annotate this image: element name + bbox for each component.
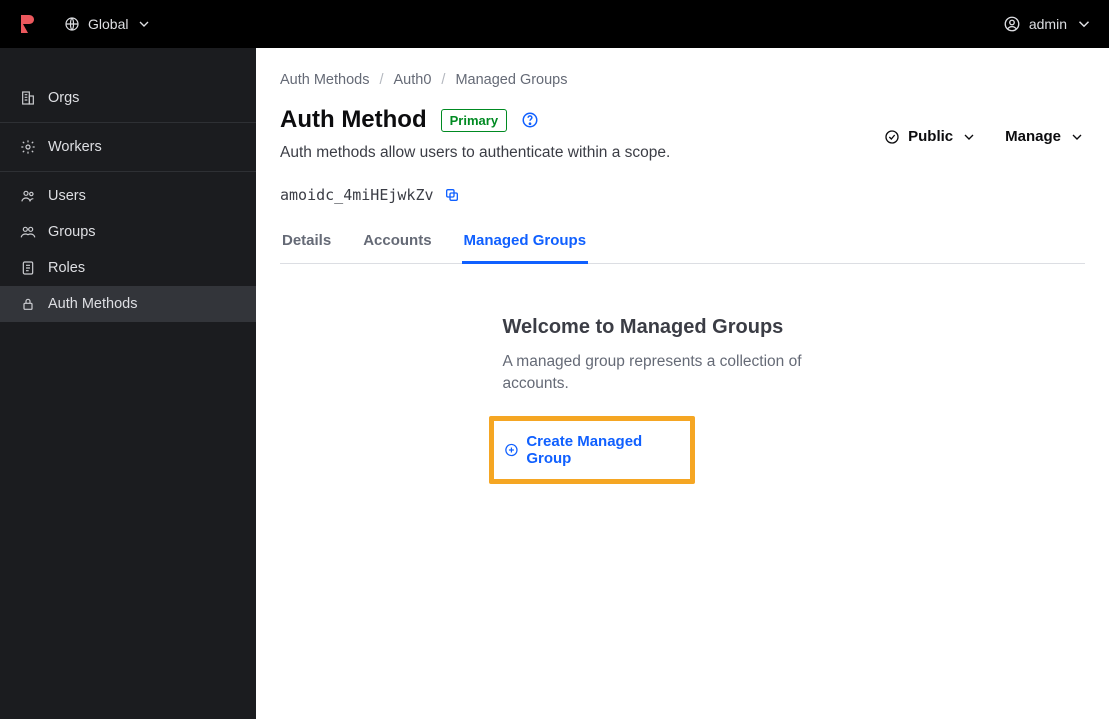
sidebar-item-users[interactable]: Users	[0, 178, 256, 214]
plus-circle-icon	[504, 442, 519, 458]
resource-id: amoidc_4miHEjwkZv	[280, 186, 434, 204]
sidebar: Orgs Workers Users Groups Roles	[0, 48, 256, 719]
breadcrumb-separator: /	[441, 72, 445, 88]
scope-picker[interactable]: Global	[64, 16, 152, 32]
tab-managed-groups[interactable]: Managed Groups	[462, 222, 589, 264]
manage-label: Manage	[1005, 128, 1061, 145]
tab-details[interactable]: Details	[280, 222, 333, 264]
roles-icon	[20, 260, 36, 276]
user-circle-icon	[1003, 15, 1021, 33]
scope-label: Global	[88, 16, 128, 32]
sidebar-item-label: Groups	[48, 224, 96, 240]
breadcrumb-item[interactable]: Auth Methods	[280, 72, 369, 88]
gear-icon	[20, 139, 36, 155]
chevron-down-icon	[1069, 129, 1085, 145]
breadcrumb-item[interactable]: Auth0	[394, 72, 432, 88]
breadcrumb: Auth Methods / Auth0 / Managed Groups	[280, 72, 1085, 88]
globe-icon	[64, 16, 80, 32]
topbar: Global admin	[0, 0, 1109, 48]
create-managed-group-button[interactable]: Create Managed Group	[504, 433, 680, 467]
visibility-dropdown[interactable]: Public	[884, 128, 977, 145]
sidebar-item-roles[interactable]: Roles	[0, 250, 256, 286]
check-circle-icon	[884, 129, 900, 145]
sidebar-item-auth-methods[interactable]: Auth Methods	[0, 286, 256, 322]
chevron-down-icon	[961, 129, 977, 145]
empty-state-body: A managed group represents a collection …	[503, 351, 863, 396]
empty-state: Welcome to Managed Groups A managed grou…	[503, 316, 863, 484]
sidebar-item-label: Orgs	[48, 90, 79, 106]
sidebar-item-label: Workers	[48, 139, 102, 155]
product-logo-icon	[16, 12, 40, 36]
breadcrumb-item-current: Managed Groups	[455, 72, 567, 88]
manage-dropdown[interactable]: Manage	[1005, 128, 1085, 145]
tab-accounts[interactable]: Accounts	[361, 222, 433, 264]
groups-icon	[20, 224, 36, 240]
chevron-down-icon	[1075, 15, 1093, 33]
cta-label: Create Managed Group	[526, 433, 679, 467]
org-icon	[20, 90, 36, 106]
sidebar-item-label: Users	[48, 188, 86, 204]
chevron-down-icon	[136, 16, 152, 32]
main-content: Auth Methods / Auth0 / Managed Groups Au…	[256, 48, 1109, 719]
user-menu[interactable]: admin	[1003, 15, 1093, 33]
empty-state-heading: Welcome to Managed Groups	[503, 316, 863, 339]
sidebar-item-label: Auth Methods	[48, 296, 137, 312]
visibility-label: Public	[908, 128, 953, 145]
help-icon[interactable]	[521, 111, 539, 129]
tabs: Details Accounts Managed Groups	[280, 222, 1085, 264]
users-icon	[20, 188, 36, 204]
sidebar-item-workers[interactable]: Workers	[0, 129, 256, 165]
page-description: Auth methods allow users to authenticate…	[280, 144, 670, 162]
primary-badge: Primary	[441, 109, 507, 132]
topbar-left: Global	[16, 12, 152, 36]
cta-highlight: Create Managed Group	[489, 416, 695, 484]
user-label: admin	[1029, 16, 1067, 32]
sidebar-item-orgs[interactable]: Orgs	[0, 80, 256, 116]
lock-icon	[20, 296, 36, 312]
page-title: Auth Method	[280, 106, 427, 134]
sidebar-item-label: Roles	[48, 260, 85, 276]
breadcrumb-separator: /	[379, 72, 383, 88]
copy-icon[interactable]	[444, 187, 460, 203]
sidebar-item-groups[interactable]: Groups	[0, 214, 256, 250]
